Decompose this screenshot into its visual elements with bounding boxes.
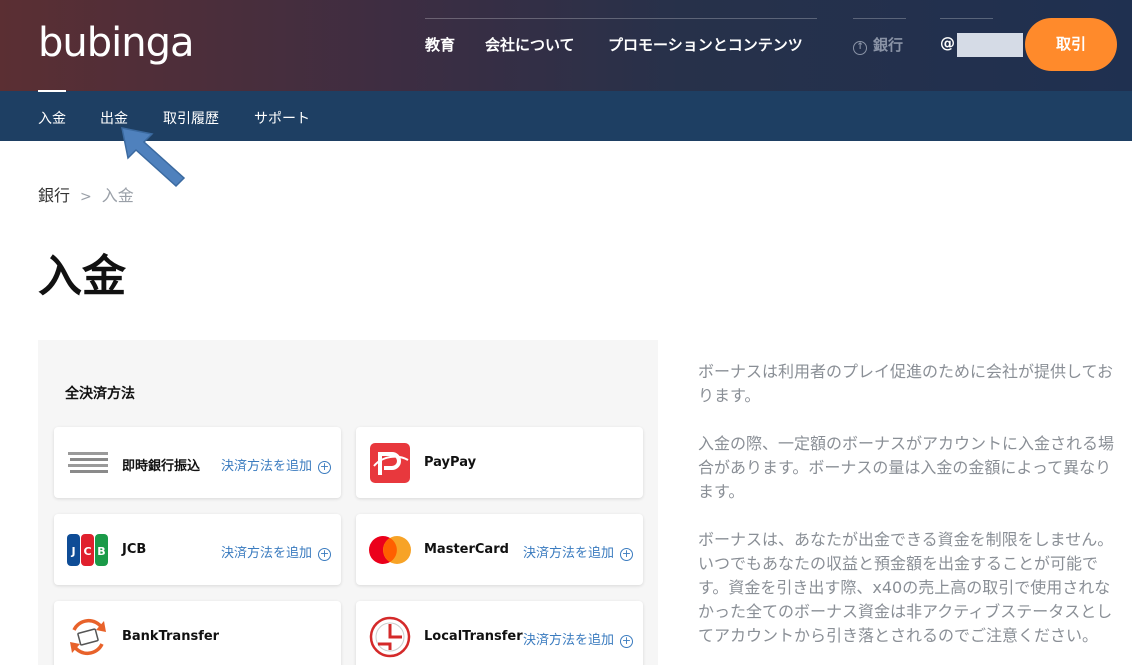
nav-education[interactable]: 教育 [425, 34, 455, 55]
user-at-icon[interactable]: @ [940, 34, 955, 52]
nav-bank[interactable]: ↑ 銀行 [853, 34, 903, 55]
active-tab-indicator [38, 90, 66, 92]
nav-about-company[interactable]: 会社について [485, 34, 575, 55]
add-method-link[interactable]: 決済方法を追加 + [523, 629, 633, 648]
payment-methods-panel: 全決済方法 即時銀行振込 決済方法を追加 + PayPay J C B JCB [38, 340, 658, 665]
add-method-label: 決済方法を追加 [522, 546, 614, 561]
info-paragraph-1: ボーナスは利用者のプレイ促進のために会社が提供しております。 [698, 362, 1114, 405]
method-card-jcb[interactable]: J C B JCB 決済方法を追加 + [54, 514, 341, 585]
arrow-up-circle-icon: ↑ [853, 41, 867, 55]
nav-divider-3 [940, 18, 993, 19]
logo[interactable]: bubinga [38, 20, 194, 66]
method-name: PayPay [424, 455, 477, 470]
trade-button[interactable]: 取引 [1025, 18, 1117, 71]
add-method-link[interactable]: 決済方法を追加 + [523, 542, 633, 561]
svg-text:B: B [97, 545, 105, 558]
method-name: BankTransfer [122, 629, 220, 644]
breadcrumb-separator: > [80, 189, 92, 205]
add-method-label: 決済方法を追加 [522, 633, 614, 648]
method-name: LocalTransfer [424, 629, 523, 644]
subnav-support[interactable]: サポート [254, 108, 310, 128]
nav-divider-1 [425, 18, 817, 19]
add-method-label: 決済方法を追加 [220, 459, 312, 474]
method-card-mastercard[interactable]: MasterCard 決済方法を追加 + [356, 514, 643, 585]
add-method-label: 決済方法を追加 [220, 546, 312, 561]
plus-circle-icon: + [318, 547, 331, 561]
instant-bank-icon [68, 452, 108, 473]
add-method-link[interactable]: 決済方法を追加 + [221, 542, 331, 561]
top-header: bubinga 教育 会社について プロモーションとコンテンツ ↑ 銀行 @ 取引 [0, 0, 1132, 91]
paypay-icon [370, 443, 410, 483]
plus-circle-icon: + [318, 460, 331, 474]
mastercard-icon [369, 536, 411, 564]
add-method-link[interactable]: 決済方法を追加 + [221, 455, 331, 474]
breadcrumb-bank[interactable]: 銀行 [38, 186, 70, 205]
method-card-paypay[interactable]: PayPay [356, 427, 643, 498]
method-name: JCB [122, 542, 147, 557]
method-card-banktransfer[interactable]: BankTransfer [54, 601, 341, 665]
bank-transfer-icon [70, 618, 106, 656]
plus-circle-icon: + [620, 634, 633, 648]
nav-bank-label: 銀行 [873, 36, 904, 54]
bonus-info: ボーナスは利用者のプレイ促進のために会社が提供しております。 入金の際、一定額の… [698, 360, 1118, 665]
plus-circle-icon: + [620, 547, 633, 561]
panel-title: 全決済方法 [65, 386, 135, 402]
svg-text:C: C [83, 545, 91, 558]
nav-promotions[interactable]: プロモーションとコンテンツ [608, 34, 803, 55]
breadcrumb-current: 入金 [101, 186, 134, 205]
local-transfer-icon [369, 616, 411, 658]
info-paragraph-3: ボーナスは、あなたが出金できる資金を制限をしません。いつでもあなたの収益と預金額… [698, 530, 1114, 645]
method-name: 即時銀行振込 [122, 459, 201, 474]
user-name-redacted[interactable] [957, 33, 1023, 57]
method-name: MasterCard [424, 542, 509, 557]
svg-text:J: J [70, 545, 75, 558]
info-paragraph-2: 入金の際、一定額のボーナスがアカウントに入金される場合があります。ボーナスの量は… [698, 434, 1115, 501]
method-card-localtransfer[interactable]: LocalTransfer 決済方法を追加 + [356, 601, 643, 665]
page-title: 入金 [38, 251, 126, 302]
subnav-deposit[interactable]: 入金 [38, 108, 66, 128]
nav-divider-2 [853, 18, 906, 19]
jcb-icon: J C B [67, 534, 108, 566]
method-card-instant-bank[interactable]: 即時銀行振込 決済方法を追加 + [54, 427, 341, 498]
breadcrumb: 銀行 > 入金 [38, 182, 134, 206]
